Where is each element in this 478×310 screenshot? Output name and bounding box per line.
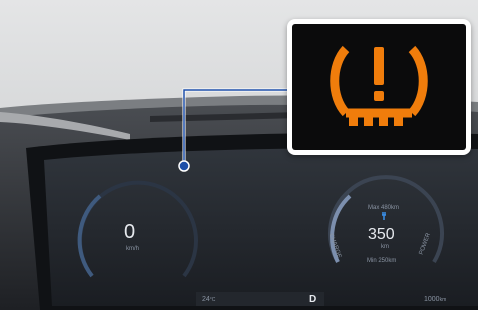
range-min-label: Min 250km [367,258,397,264]
speed-unit: km/h [126,246,140,252]
cluster-screen [44,148,478,306]
dashboard-scene: 0 km/h Max 480km 350 km Min 250km CHARGE… [0,0,478,310]
tire-pressure-warning-icon [330,45,428,126]
temperature: 24°C [202,296,216,303]
warning-callout [287,19,471,155]
warning-callout-panel [292,24,466,150]
odometer: 1000km [424,296,447,303]
range-max-label: Max 480km [368,205,400,211]
range-unit: km [381,244,389,250]
range-value: 350 [368,226,395,243]
speed-value: 0 [124,221,136,243]
callout-dot [178,160,190,172]
gear-indicator: D [309,294,317,305]
